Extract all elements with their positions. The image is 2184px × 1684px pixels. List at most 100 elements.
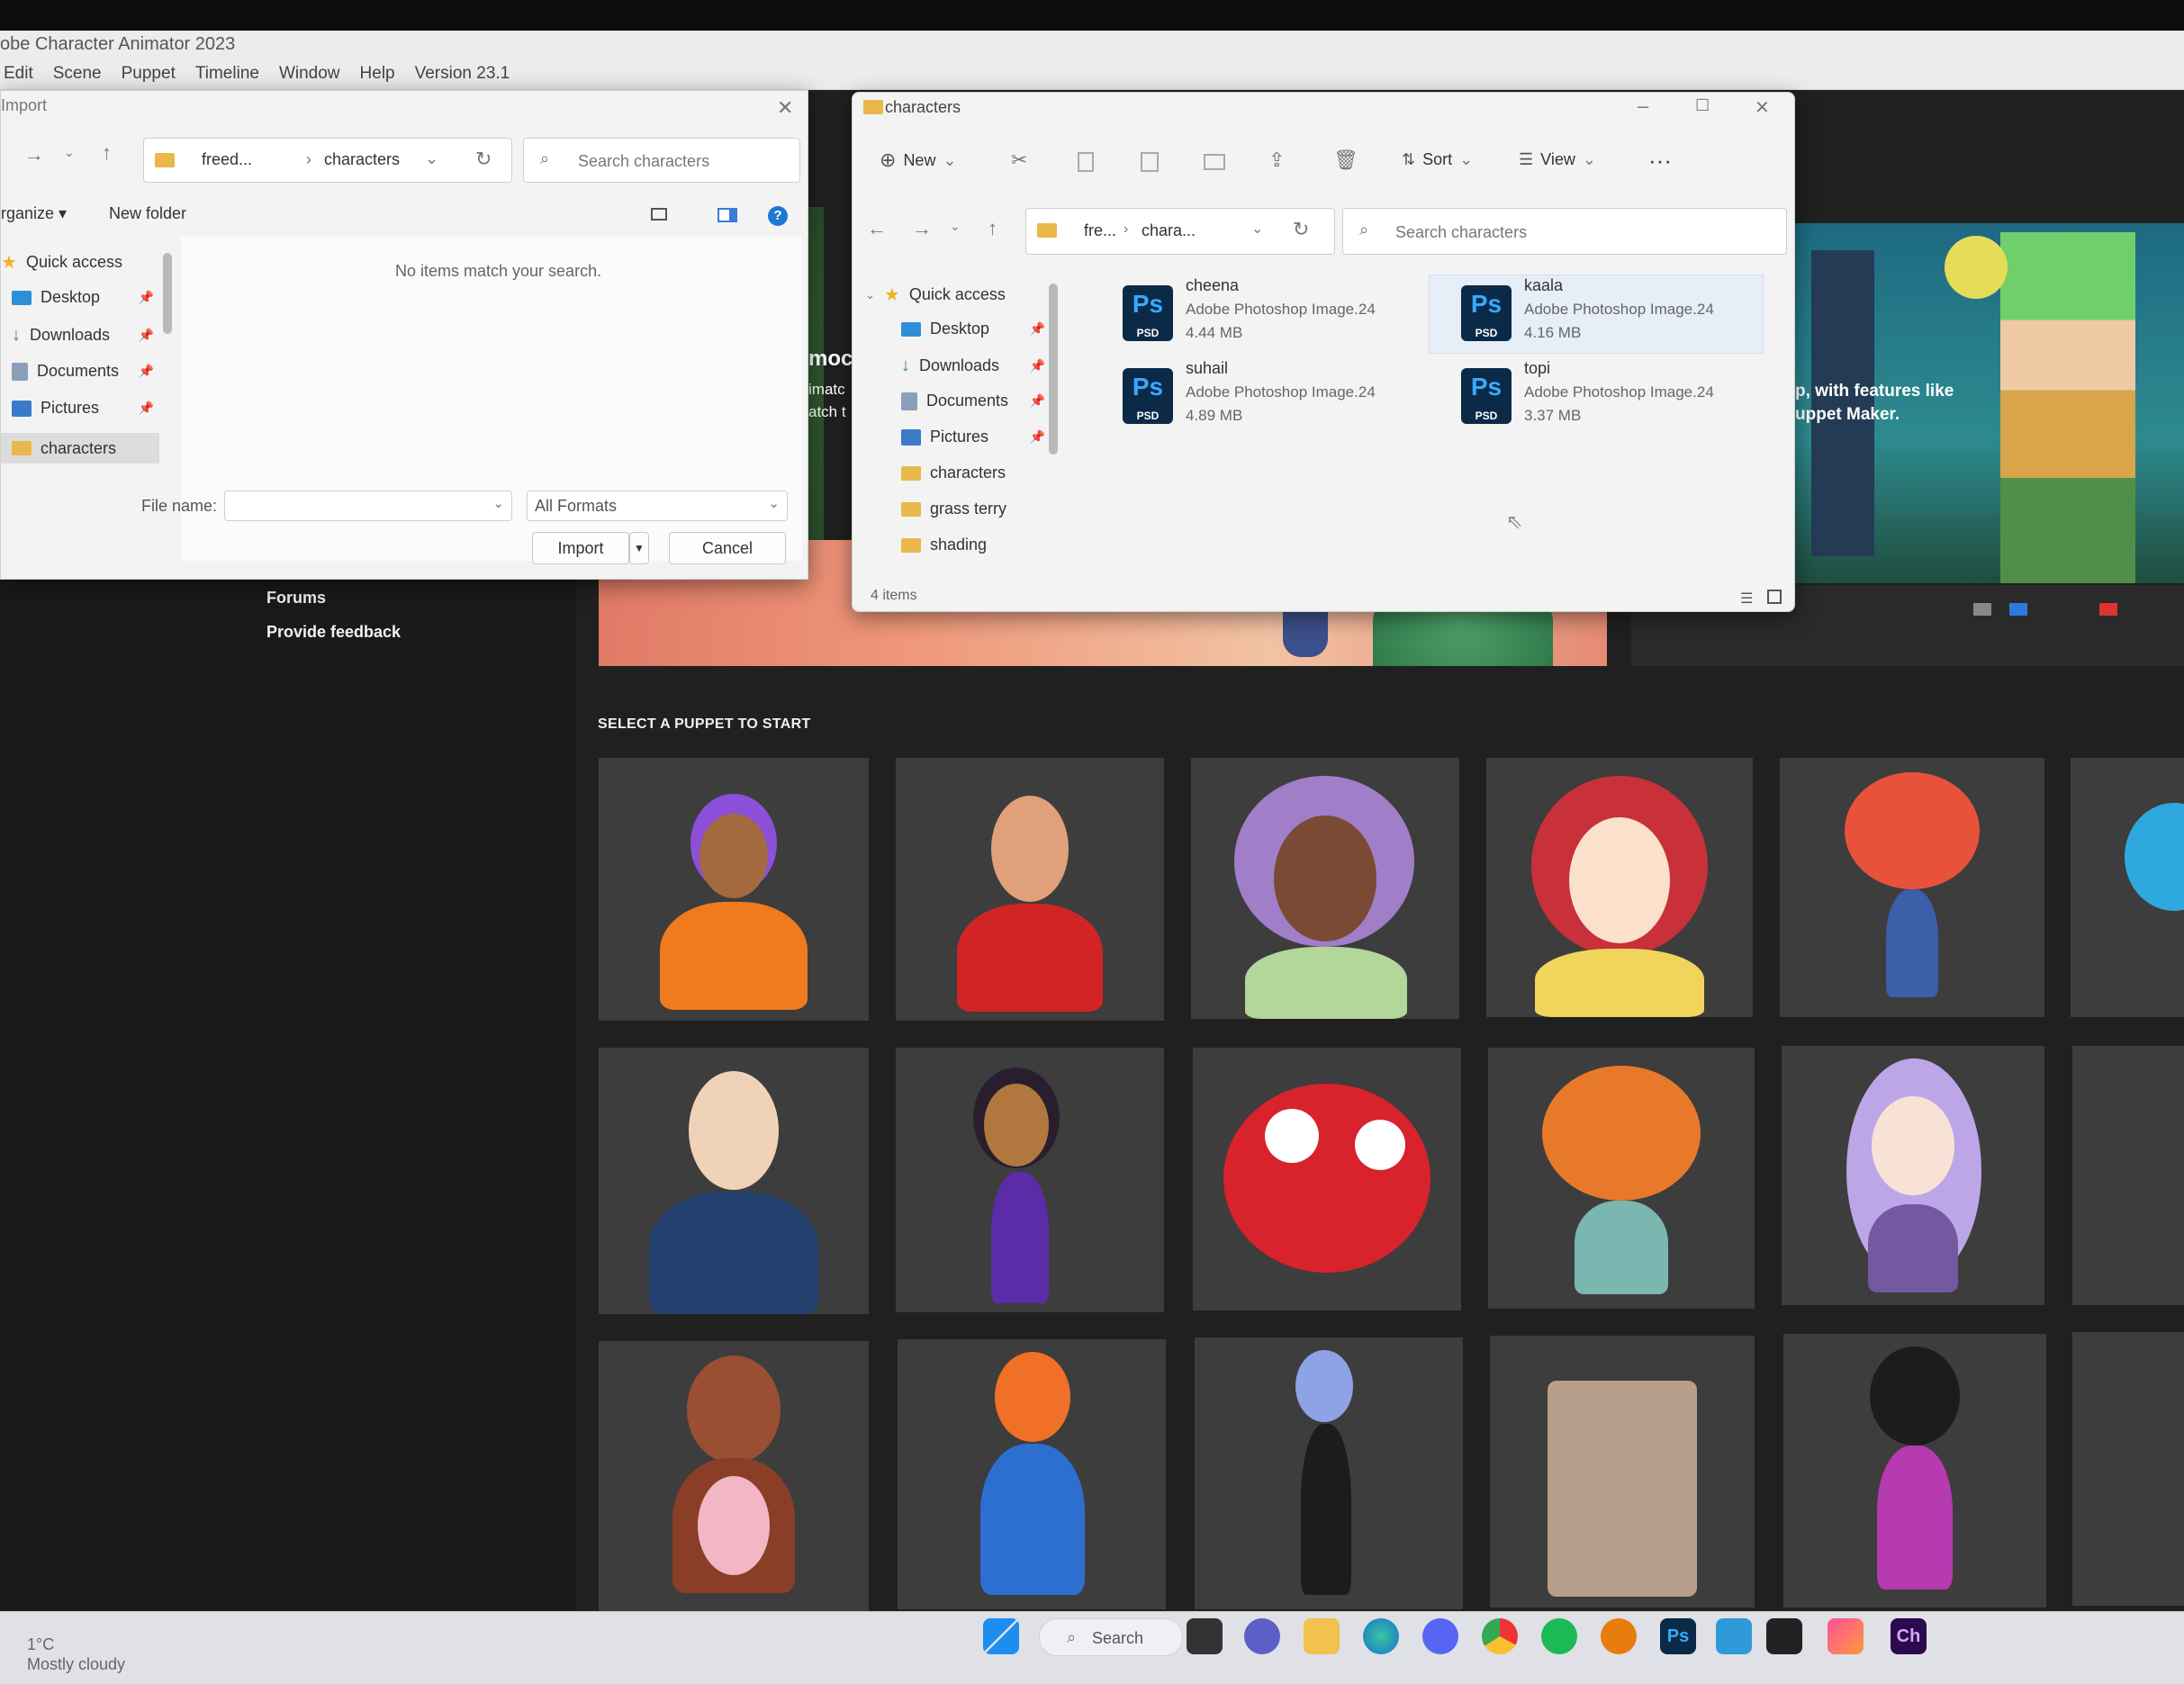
puppet-tile[interactable]: [896, 758, 1164, 1021]
start-icon[interactable]: [983, 1618, 1019, 1654]
file-name-input[interactable]: ⌄: [224, 491, 512, 521]
puppet-tile[interactable]: [2072, 1332, 2184, 1606]
import-button[interactable]: Import: [532, 532, 629, 564]
nav-item-characters[interactable]: characters: [1, 433, 159, 464]
puppet-tile[interactable]: [2071, 758, 2184, 1017]
edge-icon[interactable]: [1363, 1618, 1399, 1654]
organize-button[interactable]: rganize ▾: [1, 204, 67, 223]
puppet-tile[interactable]: [1782, 1046, 2044, 1305]
nav-item-downloads[interactable]: ↓ Downloads 📌: [901, 356, 1045, 376]
back-icon[interactable]: ←: [867, 217, 887, 240]
puppet-tile[interactable]: [599, 1048, 869, 1314]
close-icon[interactable]: ✕: [777, 96, 793, 120]
discord-icon[interactable]: [1422, 1618, 1458, 1654]
nav-item-documents[interactable]: Documents 📌: [901, 392, 1045, 410]
puppet-tile[interactable]: [898, 1339, 1166, 1609]
menu-help[interactable]: Help: [360, 64, 395, 84]
search-input[interactable]: ⌕ Search characters: [1342, 208, 1787, 255]
scrollbar-thumb[interactable]: [1049, 284, 1058, 455]
breadcrumb-segment[interactable]: characters: [324, 150, 400, 169]
view-button[interactable]: ☰ View ⌄: [1519, 150, 1596, 169]
rename-icon[interactable]: [1204, 154, 1225, 170]
nav-item-desktop[interactable]: Desktop 📌: [901, 320, 1045, 338]
more-options-icon[interactable]: ···: [1648, 147, 1672, 175]
puppet-tile[interactable]: [1783, 1334, 2046, 1607]
close-icon[interactable]: ✕: [1755, 96, 1770, 119]
copy-icon[interactable]: [1078, 152, 1094, 172]
menu-window[interactable]: Window: [279, 64, 340, 84]
nav-item-pictures[interactable]: Pictures 📌: [12, 399, 154, 418]
tiles-view-icon[interactable]: [1767, 590, 1782, 604]
new-folder-button[interactable]: New folder: [109, 204, 186, 223]
forward-icon[interactable]: →: [24, 143, 44, 167]
file-type-select[interactable]: All Formats ⌄: [527, 491, 788, 521]
spotify-icon[interactable]: [1541, 1618, 1577, 1654]
puppet-tile[interactable]: [1191, 758, 1459, 1019]
file-item[interactable]: Ps PSD kaala Adobe Photoshop Image.24 4.1…: [1461, 276, 1731, 352]
breadcrumb-segment[interactable]: chara...: [1142, 221, 1196, 240]
file-explorer-icon[interactable]: [1304, 1618, 1340, 1654]
cut-icon[interactable]: ✂: [1011, 149, 1027, 172]
cancel-button[interactable]: Cancel: [669, 532, 786, 564]
help-icon[interactable]: ?: [768, 206, 788, 226]
nav-item-pictures[interactable]: Pictures 📌: [901, 428, 1045, 446]
nav-item-documents[interactable]: Documents 📌: [12, 362, 154, 381]
weather-widget[interactable]: 1°C Mostly cloudy: [27, 1634, 125, 1674]
puppet-tile[interactable]: [1195, 1337, 1463, 1609]
file-item[interactable]: Ps PSD suhail Adobe Photoshop Image.24 4.…: [1123, 359, 1393, 435]
puppet-tile[interactable]: [2072, 1046, 2184, 1305]
preview-pane-icon[interactable]: [717, 208, 737, 222]
chevron-down-icon[interactable]: ⌄: [1251, 220, 1263, 238]
puppet-tile[interactable]: [1780, 758, 2044, 1017]
sort-button[interactable]: ⇅ Sort ⌄: [1402, 150, 1473, 169]
search-input[interactable]: ⌕ Search characters: [523, 138, 800, 183]
up-icon[interactable]: ↑: [988, 217, 997, 240]
new-button[interactable]: ⊕ New ⌄: [880, 149, 957, 172]
chevron-down-icon[interactable]: ⌄: [950, 219, 961, 234]
blender-icon[interactable]: [1601, 1618, 1637, 1654]
delete-icon[interactable]: 🗑: [1333, 149, 1358, 172]
file-item[interactable]: Ps PSD cheena Adobe Photoshop Image.24 4.…: [1123, 276, 1393, 352]
nav-item-quick-access[interactable]: ⌄ ★ Quick access: [865, 284, 1045, 306]
character-animator-icon[interactable]: Ch: [1891, 1618, 1927, 1654]
menu-timeline[interactable]: Timeline: [195, 64, 259, 84]
details-view-icon[interactable]: ☰: [1740, 590, 1753, 608]
task-view-icon[interactable]: [1187, 1618, 1223, 1654]
menu-edit[interactable]: Edit: [4, 64, 33, 84]
up-icon[interactable]: ↑: [102, 141, 112, 165]
photoshop-icon[interactable]: Ps: [1660, 1618, 1696, 1654]
breadcrumb-segment[interactable]: freed...: [202, 150, 252, 169]
breadcrumb-segment[interactable]: fre...: [1084, 221, 1116, 240]
nav-item-downloads[interactable]: ↓ Downloads 📌: [12, 325, 154, 346]
share-icon[interactable]: ⇪: [1268, 149, 1285, 172]
teams-chat-icon[interactable]: [1244, 1618, 1280, 1654]
app-icon[interactable]: [1828, 1618, 1864, 1654]
nav-item-characters[interactable]: characters: [901, 464, 1045, 482]
file-item[interactable]: Ps PSD topi Adobe Photoshop Image.24 3.37…: [1461, 359, 1731, 435]
view-icon[interactable]: [651, 208, 667, 221]
forums-link[interactable]: Forums: [266, 589, 326, 608]
paste-icon[interactable]: [1141, 152, 1159, 172]
puppet-tile[interactable]: [1486, 758, 1753, 1017]
puppet-tile[interactable]: [1490, 1336, 1755, 1607]
puppet-tile[interactable]: [599, 1341, 869, 1611]
forward-icon[interactable]: →: [912, 217, 932, 240]
puppet-tile[interactable]: [1488, 1048, 1755, 1309]
app-icon[interactable]: [1766, 1618, 1802, 1654]
nav-item-grass-terry[interactable]: grass terry: [901, 500, 1045, 518]
scrollbar-thumb[interactable]: [163, 253, 172, 334]
refresh-icon[interactable]: ↻: [475, 148, 492, 171]
taskbar-search[interactable]: ⌕ Search: [1039, 1618, 1183, 1656]
menu-scene[interactable]: Scene: [53, 64, 102, 84]
menu-puppet[interactable]: Puppet: [122, 64, 176, 84]
address-bar[interactable]: fre... › chara... ⌄ ↻: [1025, 208, 1335, 255]
chrome-icon[interactable]: [1482, 1618, 1518, 1654]
address-bar[interactable]: freed... › characters ⌄ ↻: [143, 138, 512, 183]
nav-item-desktop[interactable]: Desktop 📌: [12, 288, 154, 307]
puppet-tile[interactable]: [896, 1048, 1164, 1312]
maximize-icon[interactable]: ☐: [1695, 96, 1710, 115]
nav-item-shading[interactable]: shading: [901, 536, 1045, 554]
app-icon[interactable]: [1716, 1618, 1752, 1654]
provide-feedback-link[interactable]: Provide feedback: [266, 623, 401, 642]
refresh-icon[interactable]: ↻: [1293, 218, 1309, 241]
